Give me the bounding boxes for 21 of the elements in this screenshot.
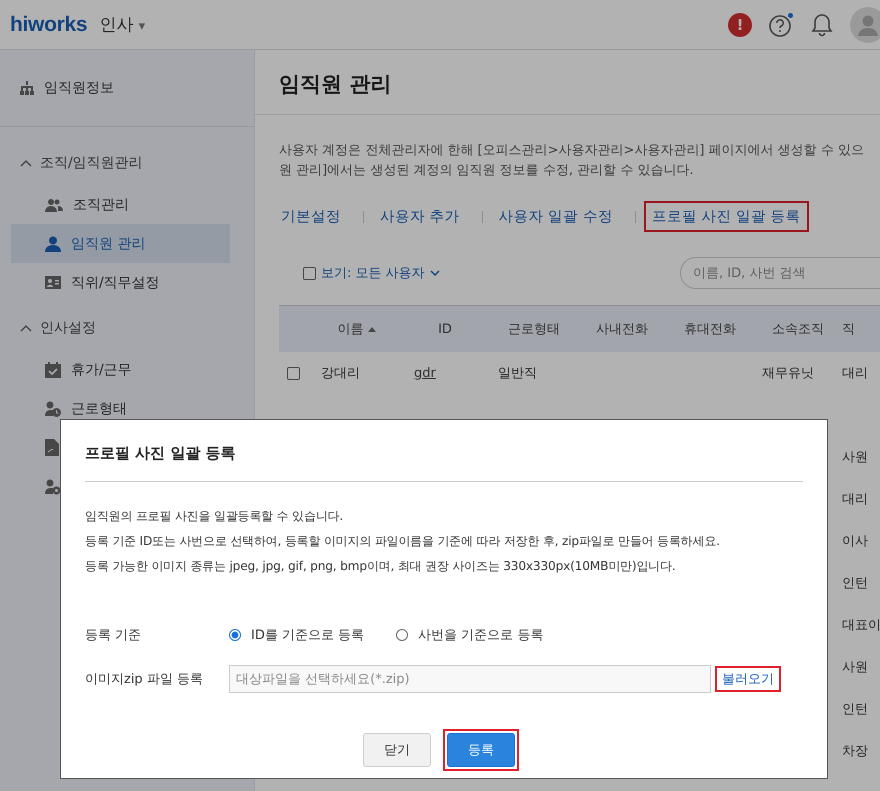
dialog-text: 등록 가능한 이미지 종류는 jpeg, jpg, gif, png, bmp이며, 최대 권장 사이즈는 330x330px(10MB미만)입니다. — [85, 558, 676, 575]
dialog-text: 등록 기준 ID또는 사번으로 선택하여, 등록할 이미지의 파일이름을 기준에 따라 저장한 후, zip파일로 만들어 등록하세요. — [85, 533, 721, 550]
field-label: 등록 기준 — [85, 627, 142, 644]
field-label: 이미지zip 파일 등록 — [85, 671, 204, 688]
table-cell-text: 대표이 — [842, 617, 880, 634]
description-text: 사용자 계정은 전체관리자에 한해 [오피스관리>사용자관리>사용자관리] 페이지에서 생성할 수 있으 — [279, 142, 865, 160]
table-cell-text: 이사 — [842, 533, 868, 550]
description-text: 원 관리]에서는 생성된 계정의 임직원 정보를 수정, 관리할 수 있습니다. — [279, 162, 695, 180]
table-cell-text: 차장 — [842, 743, 868, 760]
table-cell-text: 사원 — [842, 449, 868, 466]
table-cell-text: 사원 — [842, 659, 868, 676]
dialog-text: 임직원의 프로필 사진을 일괄등록할 수 있습니다. — [85, 508, 344, 525]
table-cell-text: 강대리 — [321, 365, 360, 382]
table-cell-text: 일반직 — [498, 365, 537, 382]
page-title: 임직원 관리 — [255, 50, 880, 115]
table-cell-text: 인턴 — [842, 575, 868, 592]
table-cell-text: 재무유닛 — [762, 365, 814, 382]
table-cell-text: 대리 — [842, 365, 868, 382]
dialog-title: 프로필 사진 일괄 등록 — [85, 444, 237, 463]
table-cell-text: 인턴 — [842, 701, 868, 718]
table-cell-text: 대리 — [842, 491, 868, 508]
